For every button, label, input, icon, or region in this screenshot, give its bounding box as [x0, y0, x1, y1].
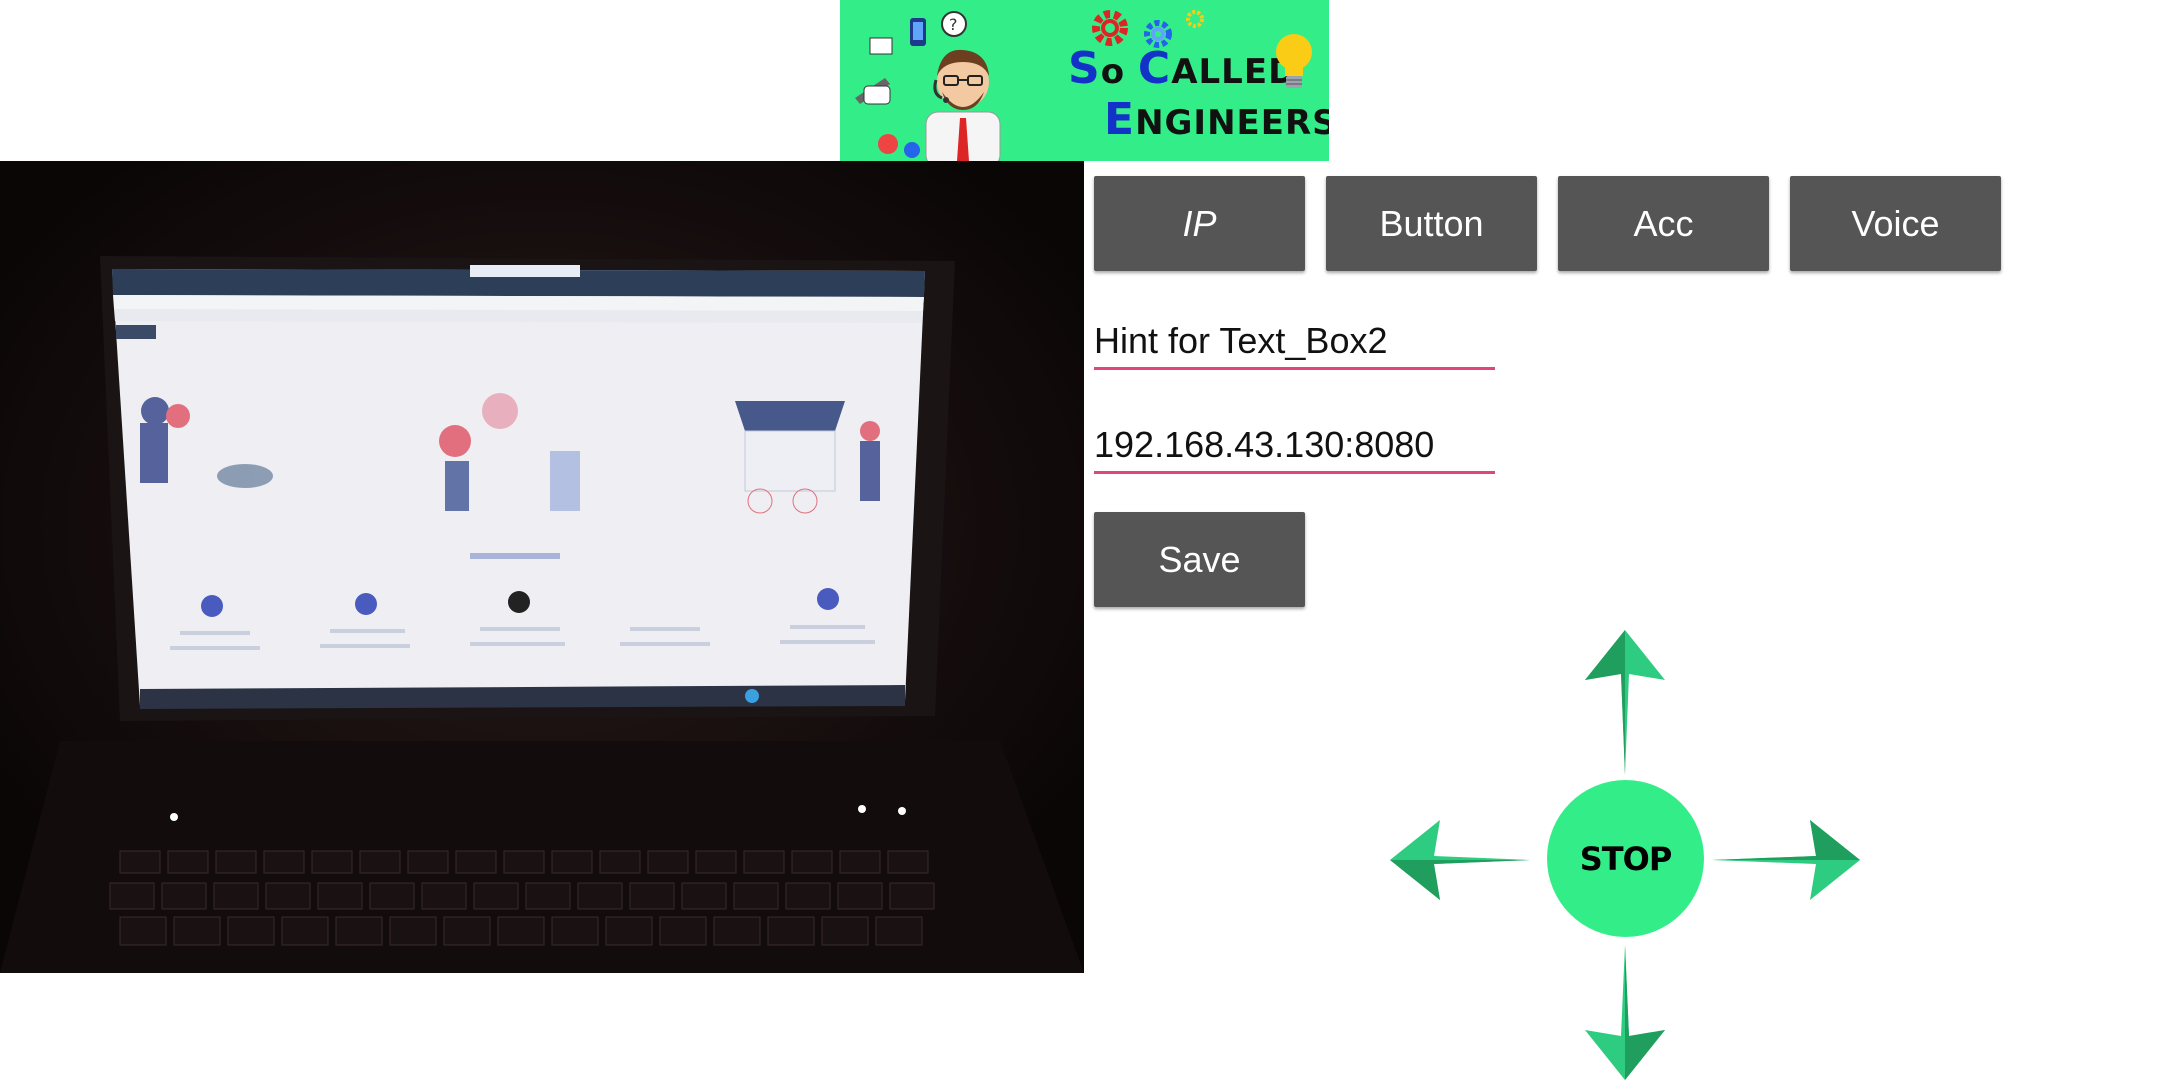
gear-icon: [1186, 10, 1204, 28]
lightbulb-icon: [1276, 34, 1312, 88]
save-button[interactable]: Save: [1094, 512, 1305, 607]
button-mode-button[interactable]: Button: [1326, 176, 1537, 271]
arrow-left-icon[interactable]: [1390, 820, 1530, 900]
text-box2-input[interactable]: [1094, 314, 1495, 370]
logo-letter: E: [1104, 93, 1136, 145]
camera-feed: [0, 161, 1084, 973]
acc-button[interactable]: Acc: [1558, 176, 1769, 271]
logo-text: o: [1100, 52, 1138, 92]
ip-button[interactable]: IP: [1094, 176, 1305, 271]
svg-text:?: ?: [949, 15, 958, 34]
ip-address-input[interactable]: [1094, 418, 1495, 474]
arrow-down-icon[interactable]: [1585, 945, 1665, 1080]
direction-pad: STOP: [1390, 630, 1860, 1080]
arrow-right-icon[interactable]: [1712, 820, 1860, 900]
logo-letter: S: [1068, 43, 1101, 94]
stop-button[interactable]: STOP: [1547, 780, 1704, 937]
logo-letter: C: [1137, 43, 1172, 94]
voice-button[interactable]: Voice: [1790, 176, 2001, 271]
arrow-up-icon[interactable]: [1585, 630, 1665, 775]
laptop-photo: [0, 161, 1084, 973]
logo-text: ngineers: [1135, 102, 1329, 143]
engineer-avatar-icon: [925, 49, 1001, 161]
so-called-engineers-logo: ? So Called Engineers: [840, 0, 1329, 161]
